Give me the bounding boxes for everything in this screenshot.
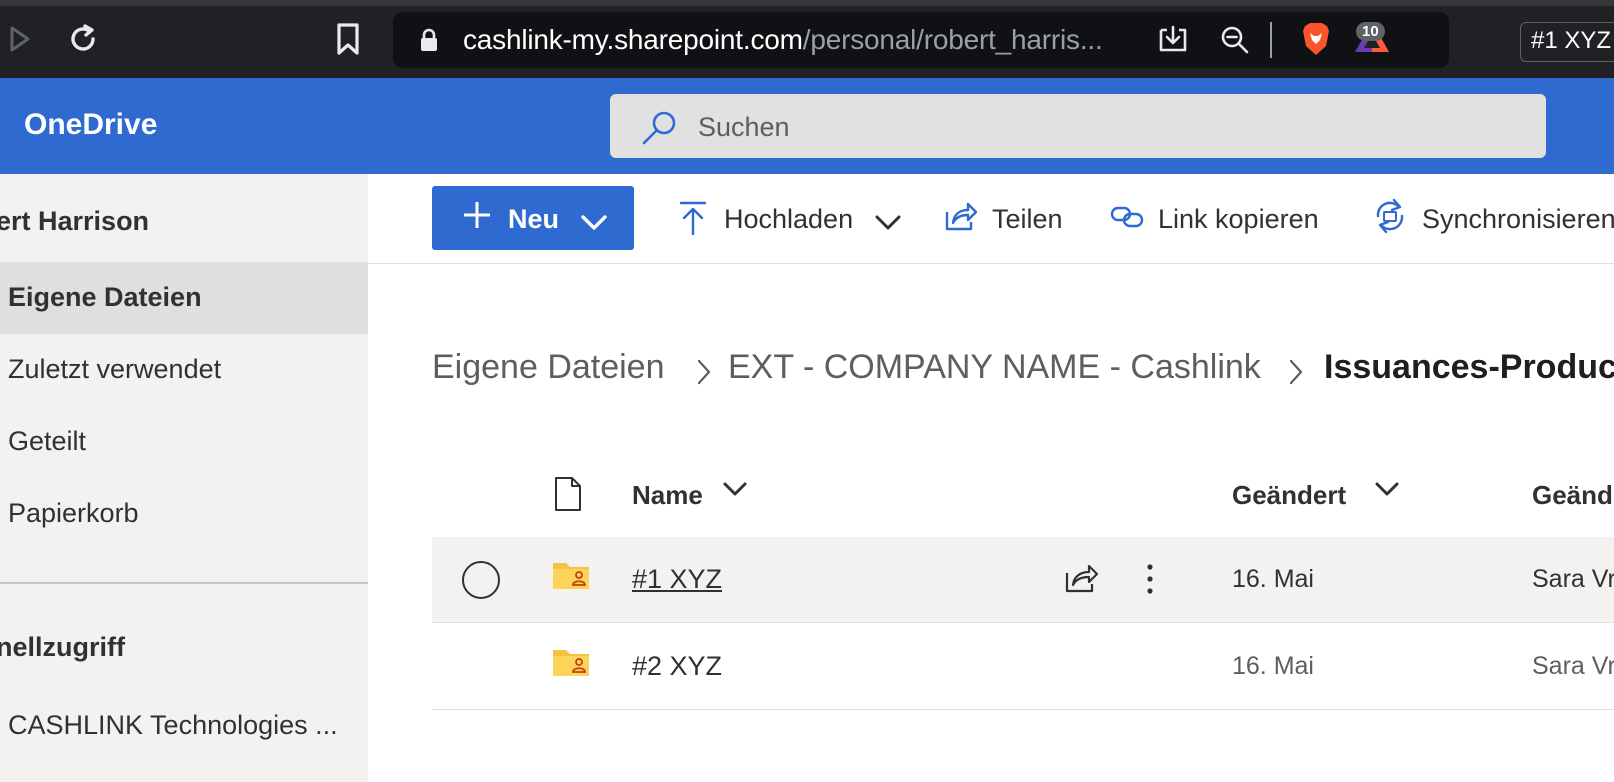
upload-button[interactable]: Hochladen: [678, 186, 908, 250]
file-type-icon[interactable]: [554, 476, 582, 517]
row-modified-by: Sara Vr: [1532, 652, 1614, 680]
search-icon: [640, 108, 680, 153]
link-icon: [1110, 204, 1144, 237]
sidebar-item-my-files[interactable]: Eigene Dateien: [0, 262, 368, 334]
breadcrumb-item-ext-folder[interactable]: EXT - COMPANY NAME - Cashlink: [728, 348, 1261, 387]
user-name: ert Harrison: [0, 206, 150, 236]
new-button[interactable]: Neu: [432, 186, 634, 250]
row-name-link[interactable]: #2 XYZ: [632, 651, 722, 682]
column-header-name[interactable]: Name: [632, 480, 703, 511]
breadcrumb-item-my-files[interactable]: Eigene Dateien: [432, 348, 665, 387]
install-icon[interactable]: [1157, 24, 1189, 61]
plus-icon: [462, 200, 492, 237]
bookmark-icon[interactable]: [334, 22, 362, 56]
sidebar-divider: [0, 582, 368, 584]
quick-access-heading: nellzugriff: [0, 632, 125, 662]
command-bar: Neu Hochladen Teilen Link kopieren Synch…: [368, 174, 1614, 264]
sidebar-item-recent[interactable]: Zuletzt verwendet: [0, 334, 368, 406]
sync-label: Synchronisieren: [1422, 204, 1614, 234]
shared-folder-icon: [552, 559, 590, 596]
address-bar[interactable]: cashlink-my.sharepoint.com/personal/robe…: [393, 12, 1449, 68]
chevron-down-icon[interactable]: [722, 480, 748, 505]
table-row[interactable]: #1 XYZ 16. Mai Sara Vr: [432, 537, 1614, 623]
lock-icon: [419, 28, 439, 57]
browser-toolbar: cashlink-my.sharepoint.com/personal/robe…: [0, 0, 1614, 78]
copy-link-button[interactable]: Link kopieren: [1110, 186, 1330, 250]
sidebar-item-cashlink-technologies[interactable]: CASHLINK Technologies ...: [0, 690, 368, 762]
row-share-icon[interactable]: [1064, 561, 1100, 600]
row-name-link[interactable]: #1 XYZ: [632, 564, 722, 595]
app-title[interactable]: OneDrive: [24, 108, 157, 142]
upload-icon: [678, 200, 708, 243]
table-row[interactable]: #2 XYZ 16. Mai Sara Vr: [432, 624, 1614, 710]
extension-count-badge: 10: [1356, 22, 1385, 41]
reload-icon[interactable]: [66, 22, 100, 56]
upload-label: Hochladen: [724, 204, 854, 234]
sync-button[interactable]: Synchronisieren: [1372, 186, 1614, 250]
row-modified-date: 16. Mai: [1232, 652, 1314, 680]
share-label: Teilen: [992, 204, 1063, 234]
url-path: /personal/robert_harris...: [802, 24, 1103, 55]
search-box[interactable]: Suchen: [610, 94, 1546, 158]
url-host: cashlink-my.sharepoint.com: [463, 24, 803, 55]
copy-link-label: Link kopieren: [1158, 204, 1319, 234]
share-icon: [944, 200, 978, 239]
tab-strip: [0, 0, 1614, 6]
zoom-out-icon[interactable]: [1219, 24, 1251, 61]
row-modified-date: 16. Mai: [1232, 565, 1314, 593]
chevron-down-icon[interactable]: [1374, 480, 1400, 505]
forward-icon[interactable]: [6, 24, 32, 54]
chevron-down-icon: [874, 208, 902, 239]
brave-shields-icon[interactable]: [1301, 22, 1331, 61]
sidebar: ert Harrison Eigene Dateien Zuletzt verw…: [0, 174, 368, 782]
row-select-radio[interactable]: [462, 561, 500, 599]
column-header-modified-by[interactable]: Geänd: [1532, 480, 1613, 511]
list-header: Name Geändert Geänd: [432, 456, 1614, 536]
tab-title[interactable]: #1 XYZ: [1520, 22, 1614, 62]
sync-icon: [1372, 196, 1408, 243]
url-text[interactable]: cashlink-my.sharepoint.com/personal/robe…: [463, 24, 1103, 56]
chevron-down-icon: [580, 208, 608, 239]
more-options-icon[interactable]: [1144, 561, 1156, 602]
shared-folder-icon: [552, 646, 590, 683]
address-divider: [1269, 22, 1273, 63]
chevron-right-icon: [1286, 356, 1306, 395]
column-header-modified[interactable]: Geändert: [1232, 480, 1346, 511]
sidebar-item-shared[interactable]: Geteilt: [0, 406, 368, 478]
search-input[interactable]: Suchen: [698, 112, 790, 143]
row-modified-by: Sara Vr: [1532, 565, 1614, 593]
sidebar-item-recycle-bin[interactable]: Papierkorb: [0, 478, 368, 550]
breadcrumb-item-current: Issuances-Product: [1324, 348, 1614, 386]
share-button[interactable]: Teilen: [944, 186, 1074, 250]
app-header: OneDrive Suchen: [0, 78, 1614, 174]
new-button-label: Neu: [508, 204, 560, 234]
chevron-right-icon: [694, 356, 714, 395]
